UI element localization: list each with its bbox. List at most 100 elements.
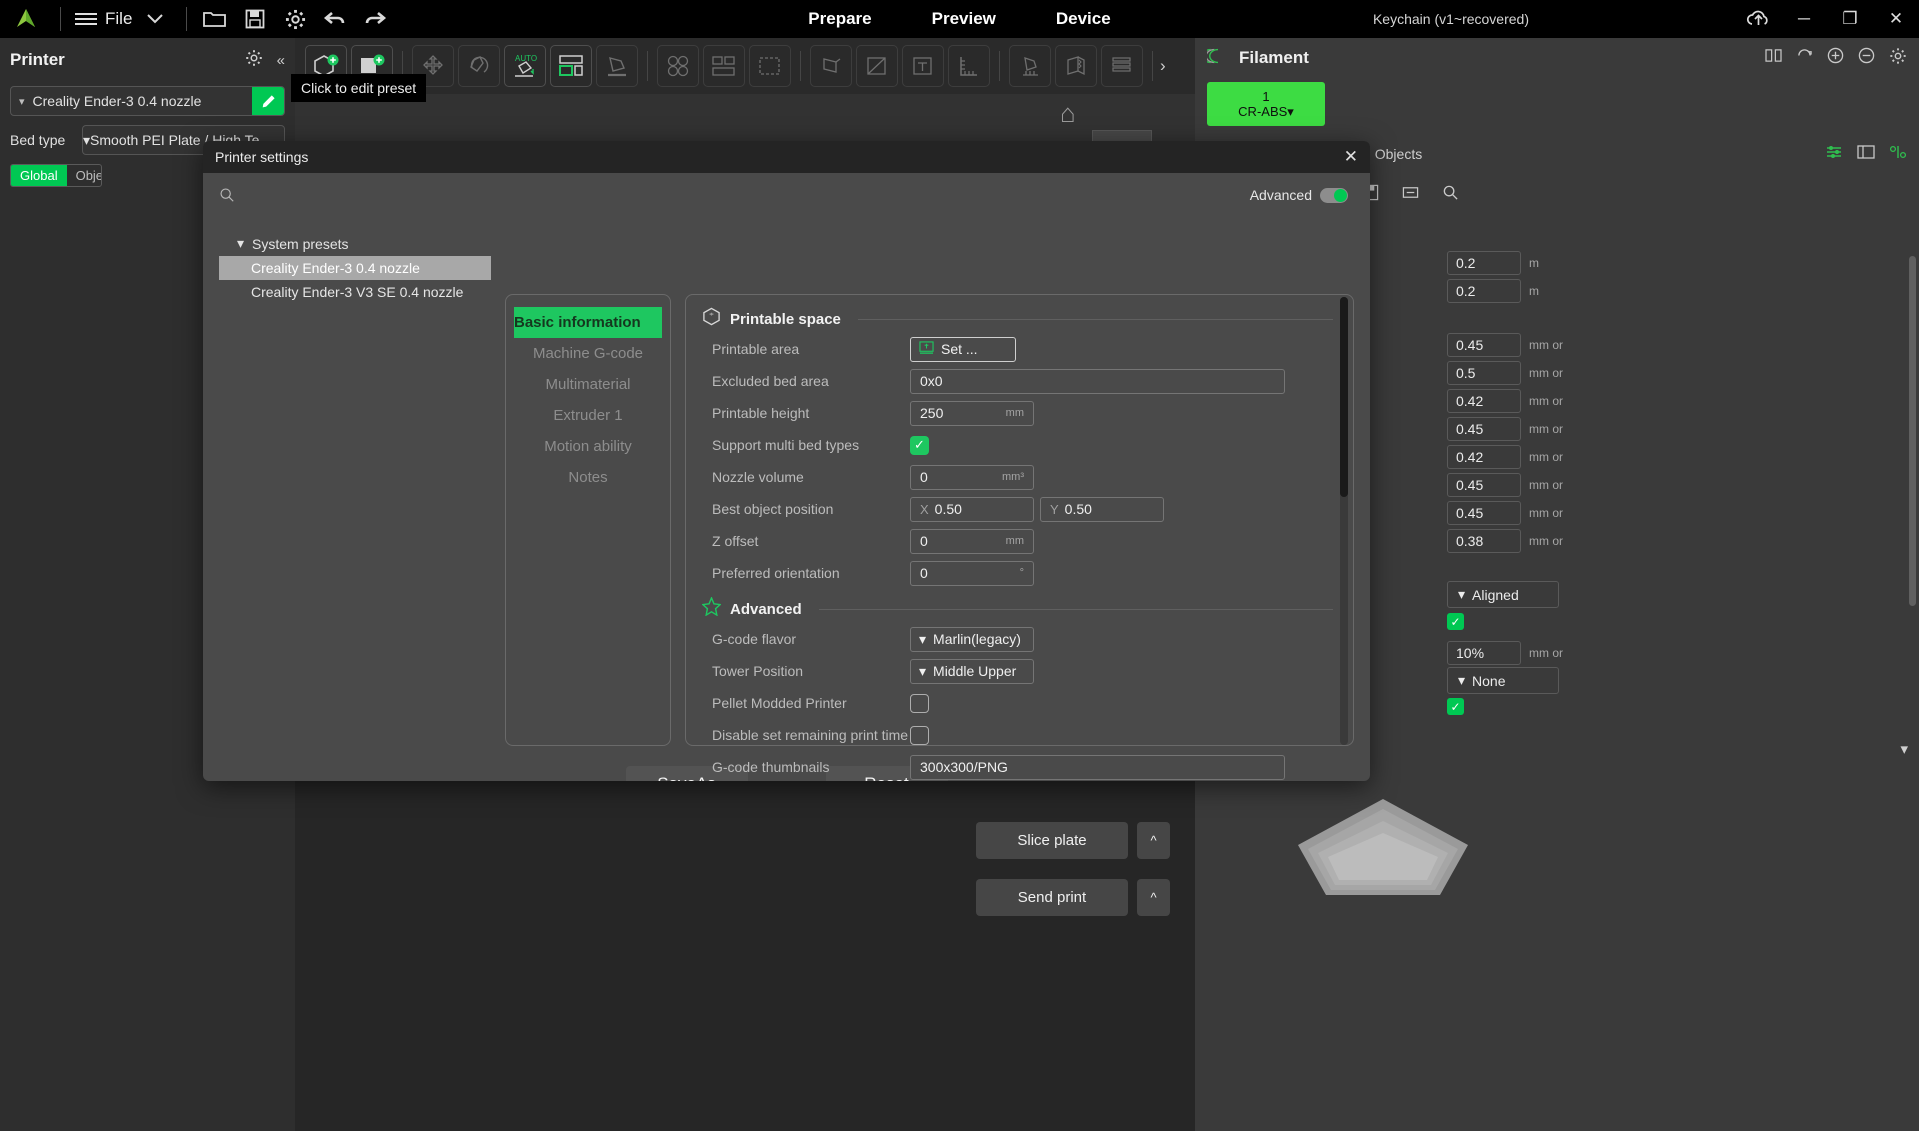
- preset-group-system[interactable]: ▾ System presets: [219, 231, 491, 256]
- gcode-thumbnails-input[interactable]: 300x300/PNG: [910, 754, 1285, 780]
- place-on-face-icon[interactable]: [596, 45, 638, 87]
- cut-icon[interactable]: [810, 45, 852, 87]
- process-segment-objects[interactable]: Objects: [1375, 146, 1422, 162]
- window-maximize-button[interactable]: ❐: [1827, 0, 1873, 38]
- nozzle-volume-input[interactable]: 0 mm³: [910, 464, 1034, 490]
- process-field-value[interactable]: 0.42: [1447, 389, 1521, 413]
- process-field-value[interactable]: 0.38: [1447, 529, 1521, 553]
- printer-preset-combo[interactable]: ▾ Creality Ender-3 0.4 nozzle: [10, 86, 285, 116]
- best-object-position-y-input[interactable]: Y 0.50: [1040, 496, 1164, 522]
- edit-preset-button[interactable]: [252, 87, 284, 115]
- send-print-dropdown-button[interactable]: ^: [1137, 879, 1170, 916]
- disable-set-remaining-print-time-checkbox[interactable]: [910, 725, 929, 745]
- upload-cloud-icon[interactable]: [1735, 0, 1781, 38]
- printable-height-input[interactable]: 250 mm: [910, 400, 1034, 426]
- filament-settings-gear-icon[interactable]: [1889, 47, 1907, 70]
- filament-sync-icon[interactable]: [1796, 48, 1813, 68]
- aligned-select[interactable]: ▾ Aligned: [1447, 581, 1559, 608]
- gcode-flavor-select[interactable]: ▾ Marlin(legacy): [910, 626, 1034, 652]
- rotate-icon[interactable]: [458, 45, 500, 87]
- preset-item-creality-ender3[interactable]: Creality Ender-3 0.4 nozzle: [219, 256, 491, 280]
- add-filament-icon[interactable]: [1827, 47, 1844, 69]
- segment-global[interactable]: Global: [11, 165, 67, 186]
- gear-icon[interactable]: [275, 0, 315, 38]
- process-compare-icon[interactable]: [1889, 144, 1907, 165]
- right-panel-scrollbar[interactable]: [1909, 256, 1916, 606]
- process-field-value[interactable]: 0.45: [1447, 501, 1521, 525]
- segment-objects[interactable]: Objects: [67, 165, 101, 186]
- multi-part-icon[interactable]: [657, 45, 699, 87]
- process-field-value[interactable]: 0.45: [1447, 473, 1521, 497]
- arrange-icon[interactable]: [550, 45, 592, 87]
- process-list-icon[interactable]: [1857, 144, 1875, 165]
- advanced-toggle[interactable]: [1320, 187, 1348, 203]
- process-field-value[interactable]: 0.2: [1447, 279, 1521, 303]
- nav-multimaterial[interactable]: Multimaterial: [506, 369, 670, 400]
- slice-plate-dropdown-button[interactable]: ^: [1137, 822, 1170, 859]
- gear-icon[interactable]: [245, 49, 263, 72]
- filament-slot-1[interactable]: 1 CR-ABS▾: [1207, 82, 1325, 126]
- nav-notes[interactable]: Notes: [506, 462, 670, 493]
- preferred-orientation-input[interactable]: 0 °: [910, 560, 1034, 586]
- undo-icon[interactable]: [315, 0, 355, 38]
- open-folder-icon[interactable]: [195, 0, 235, 38]
- toolbar-more-icon[interactable]: ›: [1160, 56, 1166, 76]
- window-minimize-button[interactable]: ─: [1781, 0, 1827, 38]
- process-checkbox[interactable]: ✓: [1447, 613, 1464, 630]
- nav-extruder-1[interactable]: Extruder 1: [506, 400, 670, 431]
- hamburger-icon[interactable]: [75, 13, 97, 25]
- search-icon[interactable]: [219, 187, 235, 207]
- excluded-bed-area-input[interactable]: 0x0: [910, 368, 1285, 394]
- process-field-value[interactable]: 0.2: [1447, 251, 1521, 275]
- group-printable-space-header: Printable space: [686, 307, 1353, 331]
- save-icon[interactable]: [235, 0, 275, 38]
- filament-compare-icon[interactable]: [1765, 48, 1782, 68]
- settings-scrollbar[interactable]: [1340, 297, 1348, 745]
- search-input[interactable]: [243, 189, 483, 205]
- preset-remove-icon[interactable]: [1402, 184, 1419, 206]
- collapse-sidebar-icon[interactable]: «: [277, 52, 285, 69]
- color-paint-icon[interactable]: [1101, 45, 1143, 87]
- pellet-modded-printer-checkbox[interactable]: [910, 693, 929, 713]
- window-close-button[interactable]: ✕: [1873, 0, 1919, 38]
- process-field-value[interactable]: 0.42: [1447, 445, 1521, 469]
- chevron-down-icon[interactable]: ▾: [1900, 740, 1908, 758]
- tab-preview[interactable]: Preview: [932, 9, 996, 29]
- printable-area-set-button[interactable]: Set ...: [910, 336, 1016, 362]
- close-icon[interactable]: ✕: [1344, 147, 1358, 167]
- process-field-value[interactable]: 0.45: [1447, 417, 1521, 441]
- process-checkbox[interactable]: ✓: [1447, 698, 1464, 715]
- redo-icon[interactable]: [355, 0, 395, 38]
- slice-plate-button[interactable]: Slice plate: [976, 822, 1128, 859]
- mesh-boolean-icon[interactable]: [856, 45, 898, 87]
- nav-basic-information[interactable]: Basic information: [514, 307, 662, 338]
- best-object-position-x-input[interactable]: X 0.50: [910, 496, 1034, 522]
- select-region-icon[interactable]: [749, 45, 791, 87]
- home-icon[interactable]: ⌂: [1060, 98, 1076, 129]
- measure-icon[interactable]: [948, 45, 990, 87]
- seam-paint-icon[interactable]: [1055, 45, 1097, 87]
- layout-icon[interactable]: [703, 45, 745, 87]
- z-offset-input[interactable]: 0 mm: [910, 528, 1034, 554]
- tower-position-select[interactable]: ▾ Middle Upper: [910, 658, 1034, 684]
- chevron-down-icon[interactable]: [146, 12, 164, 27]
- support-paint-icon[interactable]: [1009, 45, 1051, 87]
- tab-prepare[interactable]: Prepare: [808, 9, 871, 29]
- nav-machine-gcode[interactable]: Machine G-code: [506, 338, 670, 369]
- auto-orient-icon[interactable]: AUTO: [504, 45, 546, 87]
- process-field-value[interactable]: 0.45: [1447, 333, 1521, 357]
- remove-filament-icon[interactable]: [1858, 47, 1875, 69]
- tab-device[interactable]: Device: [1056, 9, 1111, 29]
- preset-search-icon[interactable]: [1442, 184, 1459, 206]
- nav-motion-ability[interactable]: Motion ability: [506, 431, 670, 462]
- percent-value[interactable]: 10%: [1447, 641, 1521, 665]
- preset-item-creality-ender3-v3se[interactable]: Creality Ender-3 V3 SE 0.4 nozzle: [219, 280, 491, 304]
- process-filter-icon[interactable]: [1825, 144, 1843, 165]
- text-emboss-icon[interactable]: [902, 45, 944, 87]
- none-select[interactable]: ▾ None: [1447, 667, 1559, 694]
- support-multi-bed-types-checkbox[interactable]: ✓: [910, 435, 929, 455]
- process-field-value[interactable]: 0.5: [1447, 361, 1521, 385]
- send-print-button[interactable]: Send print: [976, 879, 1128, 916]
- file-menu-label[interactable]: File: [105, 9, 132, 29]
- divider: [800, 51, 801, 81]
